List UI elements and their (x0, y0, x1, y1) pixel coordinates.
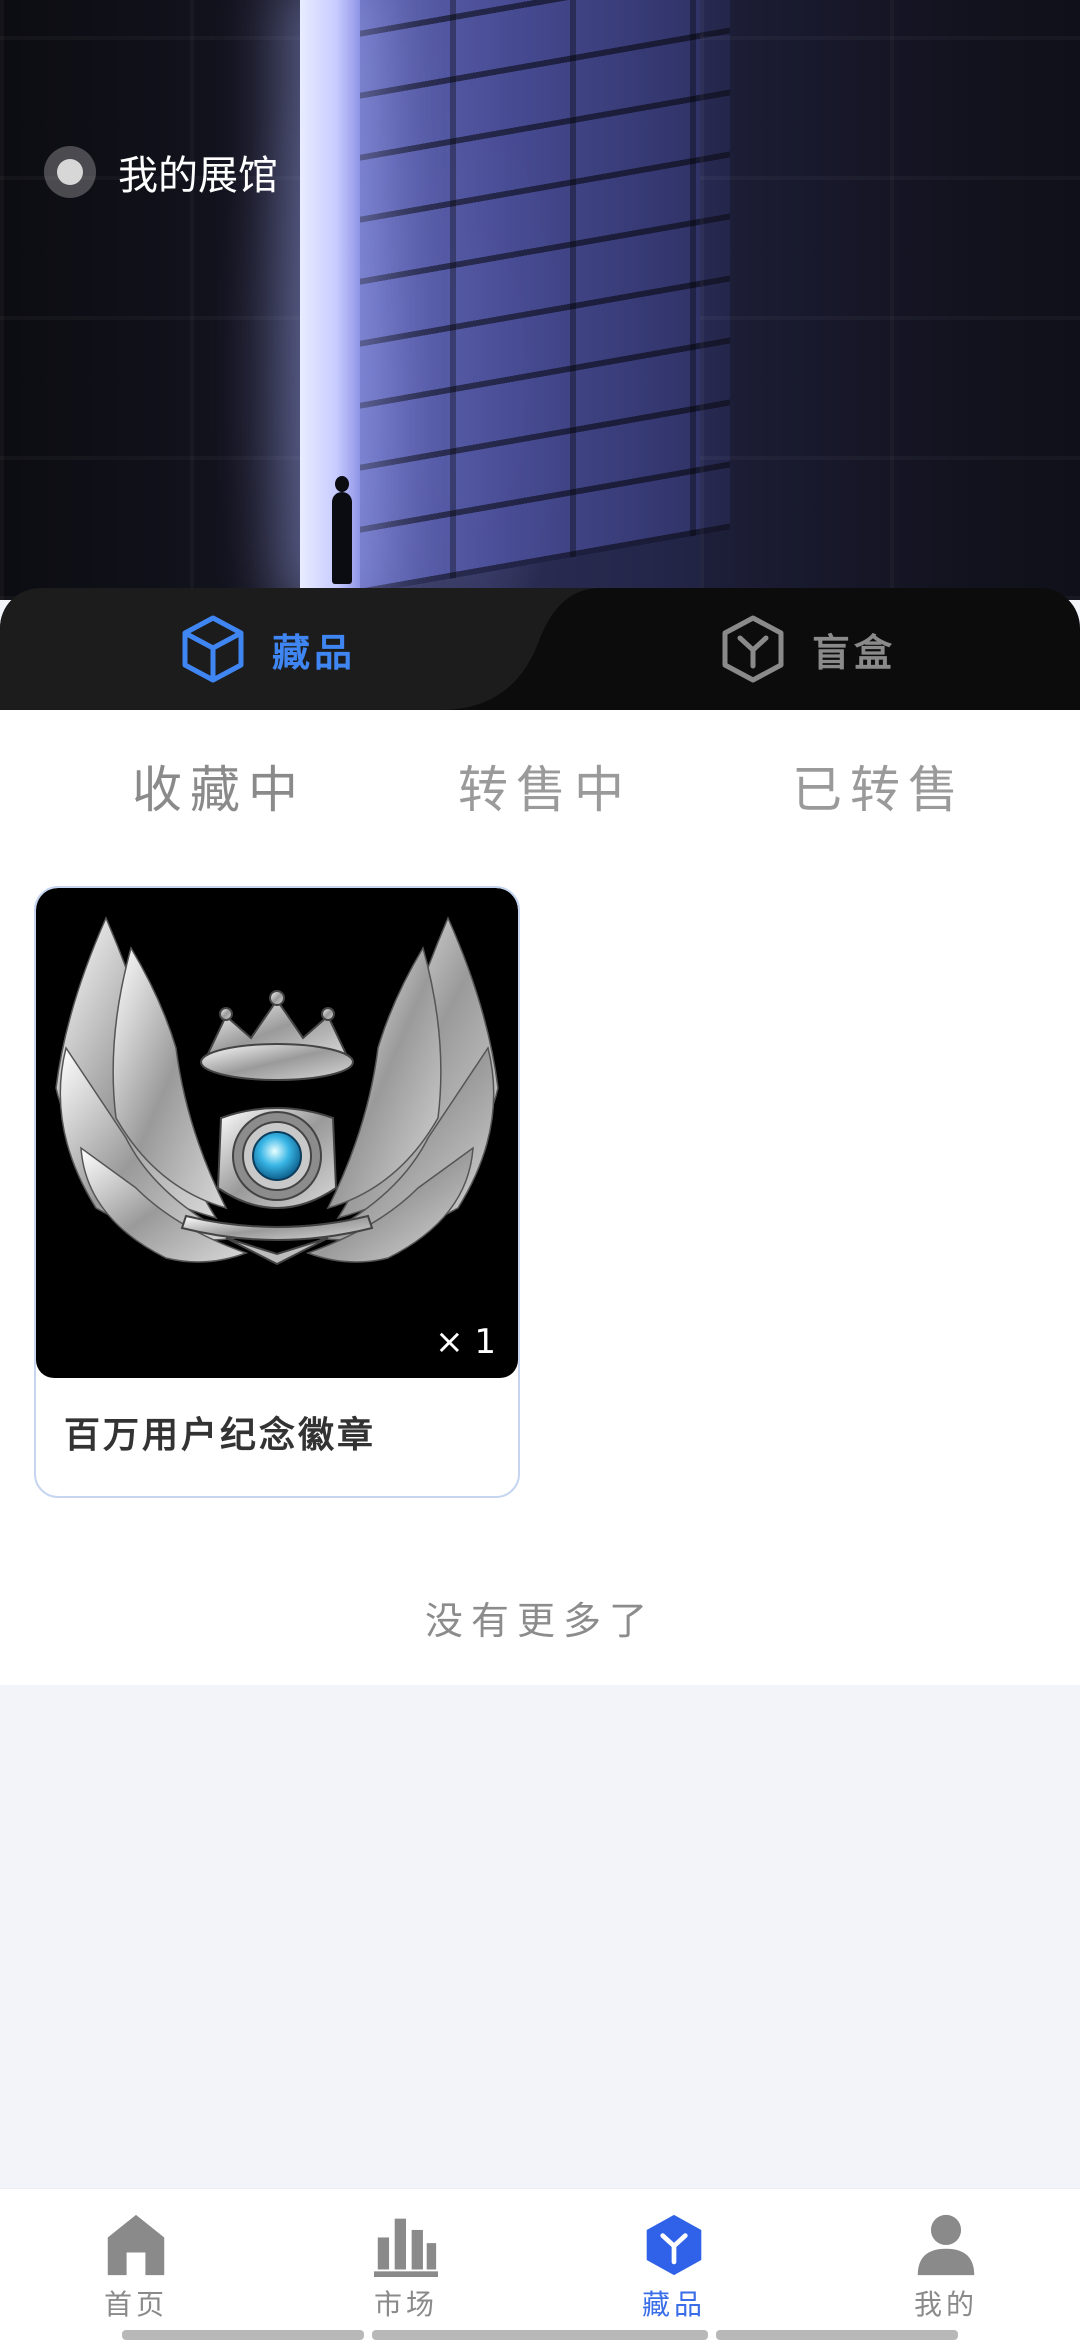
hero-banner: 我的展馆 (0, 0, 1080, 600)
bottom-navigation: 首页 市场 藏品 我的 (0, 2188, 1080, 2340)
profile-icon (917, 2214, 975, 2276)
nav-home-label: 首页 (103, 2288, 168, 2321)
tab-collection[interactable]: 藏品 (180, 588, 356, 710)
tab-reselling[interactable]: 转售中 (458, 750, 632, 840)
content-area: 收藏中 转售中 已转售 × 1 百万用户纪念徽章 没有更多了 (0, 710, 1080, 1685)
my-gallery-label: 我的展馆 (118, 153, 278, 199)
radio-icon (44, 146, 96, 198)
system-bar-segment (372, 2330, 708, 2340)
nav-collection-label: 藏品 (641, 2288, 706, 2321)
tab-collection-label: 藏品 (272, 630, 357, 675)
home-icon (107, 2214, 165, 2276)
nav-profile[interactable]: 我的 (876, 2213, 1016, 2323)
cube-icon (182, 615, 244, 683)
item-name: 百万用户纪念徽章 (64, 1414, 377, 1456)
my-gallery-toggle[interactable]: 我的展馆 (44, 146, 278, 199)
status-tabs: 收藏中 转售中 已转售 (0, 750, 1080, 840)
system-bar-segment (716, 2330, 958, 2340)
market-bars-icon (374, 2218, 438, 2277)
tab-collecting-label: 收藏中 (132, 761, 306, 819)
collection-card[interactable]: × 1 百万用户纪念徽章 (34, 886, 520, 1498)
nav-profile-label: 我的 (913, 2288, 978, 2321)
nav-home[interactable]: 首页 (66, 2213, 206, 2323)
nav-market[interactable]: 市场 (336, 2213, 476, 2323)
tab-blind-box[interactable]: 盲盒 (720, 588, 896, 710)
hero-left-wall (0, 0, 300, 600)
system-bar-segment (122, 2330, 364, 2340)
hero-right-wall (700, 0, 1080, 600)
tab-resold-label: 已转售 (792, 761, 966, 819)
winged-crown-badge-image (55, 916, 499, 1266)
item-quantity: × 1 (435, 1322, 496, 1362)
tab-collecting[interactable]: 收藏中 (132, 750, 306, 840)
end-of-list-text: 没有更多了 (424, 1599, 655, 1643)
category-tab-bar: 藏品 盲盒 (0, 588, 1080, 710)
tab-reselling-label: 转售中 (458, 761, 632, 819)
hero-brick-wall (330, 0, 730, 600)
hexagon-box-icon (722, 615, 784, 683)
tab-resold[interactable]: 已转售 (792, 750, 966, 840)
nav-market-label: 市场 (373, 2288, 438, 2321)
hero-figure (332, 476, 352, 584)
tab-blind-box-label: 盲盒 (812, 630, 897, 675)
badge-artwork: × 1 (36, 888, 518, 1378)
collection-hex-icon (646, 2214, 702, 2276)
nav-collection[interactable]: 藏品 (604, 2213, 744, 2323)
